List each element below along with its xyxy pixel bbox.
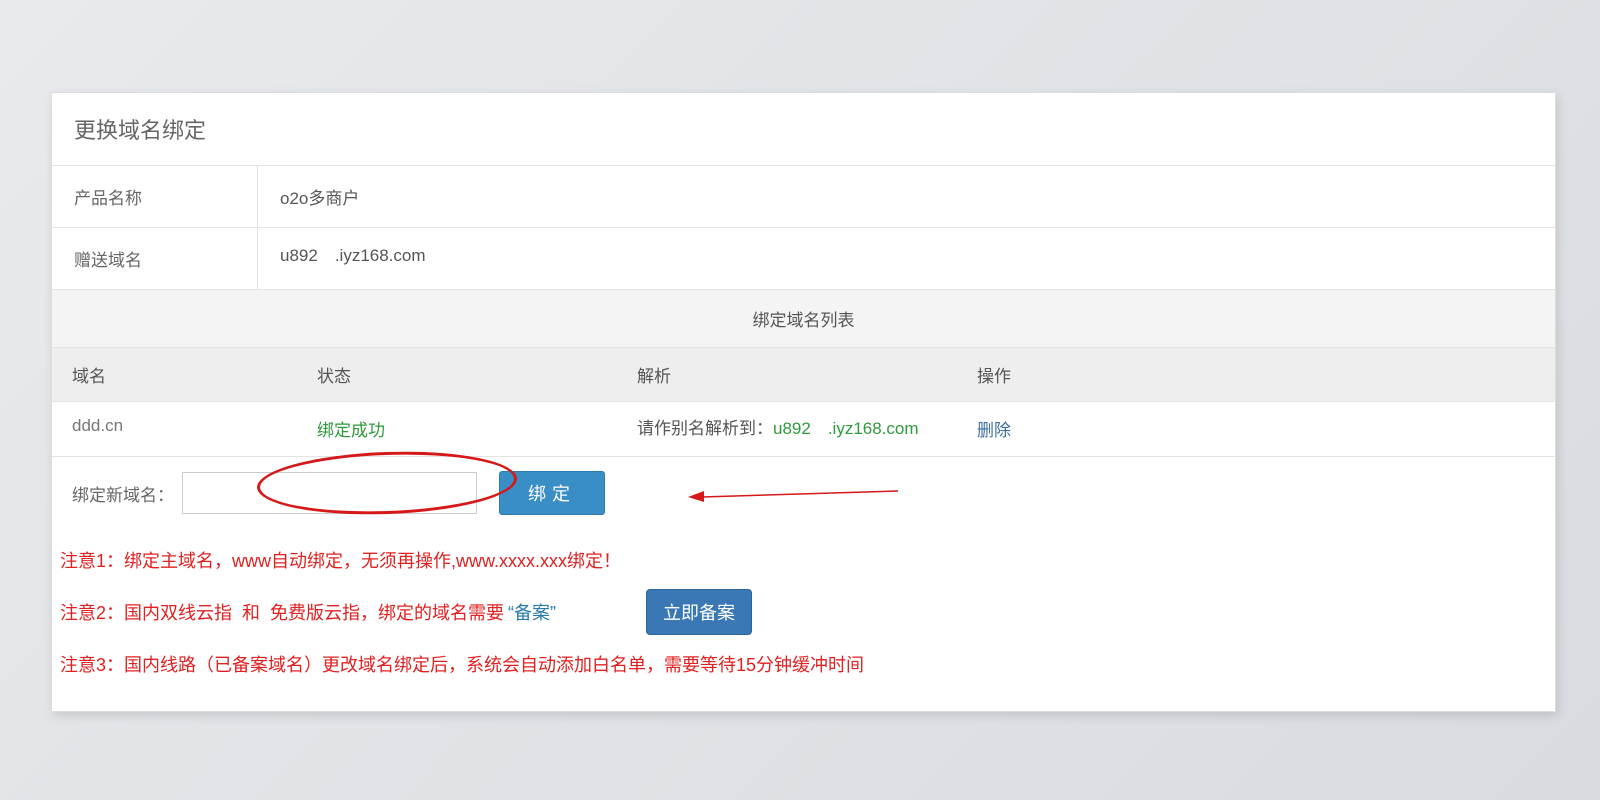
row-parse: 请作别名解析到：u892 .iyz168.com (617, 402, 957, 456)
delete-link[interactable]: 删除 (957, 402, 1555, 456)
product-label: 产品名称 (52, 166, 258, 227)
domain-bind-panel: 更换域名绑定 产品名称 o2o多商户 赠送域名 u892 .iyz168.com… (51, 92, 1556, 712)
bind-button[interactable]: 绑定 (499, 471, 605, 515)
product-row: 产品名称 o2o多商户 (52, 166, 1555, 228)
col-domain: 域名 (52, 348, 297, 401)
row-domain: ddd.cn (52, 402, 297, 456)
new-domain-input[interactable] (182, 472, 477, 514)
annotation-arrow (688, 487, 898, 501)
note-2: 注意2：国内双线云指 和 免费版云指，绑定的域名需要 “备案” 立即备案 (56, 581, 1551, 643)
parse-target: u892 .iyz168.com (773, 419, 919, 438)
gift-domain-value: u892 .iyz168.com (258, 228, 1555, 289)
note-1: 注意1：绑定主域名，www自动绑定，无须再操作,www.xxxx.xxx绑定！ (56, 539, 1551, 581)
parse-prefix: 请作别名解析到： (637, 419, 773, 438)
bind-label: 绑定新域名： (72, 481, 174, 506)
sub-title: 绑定域名列表 (52, 290, 1555, 348)
file-now-button[interactable]: 立即备案 (646, 589, 752, 635)
bind-row: 绑定新域名： 绑定 (52, 457, 1555, 533)
col-parse: 解析 (617, 348, 957, 401)
note-2-quote: “备案” (508, 599, 556, 625)
gift-domain-row: 赠送域名 u892 .iyz168.com (52, 228, 1555, 290)
notes-block: 注意1：绑定主域名，www自动绑定，无须再操作,www.xxxx.xxx绑定！ … (52, 533, 1555, 711)
table-row: ddd.cn 绑定成功 请作别名解析到：u892 .iyz168.com 删除 (52, 402, 1555, 457)
product-value: o2o多商户 (258, 166, 1555, 227)
panel-title: 更换域名绑定 (52, 93, 1555, 166)
col-action: 操作 (957, 348, 1555, 401)
row-status: 绑定成功 (297, 402, 617, 456)
gift-domain-label: 赠送域名 (52, 228, 258, 289)
table-header: 域名 状态 解析 操作 (52, 348, 1555, 402)
note-2-text: 注意2：国内双线云指 和 免费版云指，绑定的域名需要 (60, 599, 504, 625)
note-3: 注意3：国内线路（已备案域名）更改域名绑定后，系统会自动添加白名单，需要等待15… (56, 643, 1551, 685)
col-status: 状态 (297, 348, 617, 401)
